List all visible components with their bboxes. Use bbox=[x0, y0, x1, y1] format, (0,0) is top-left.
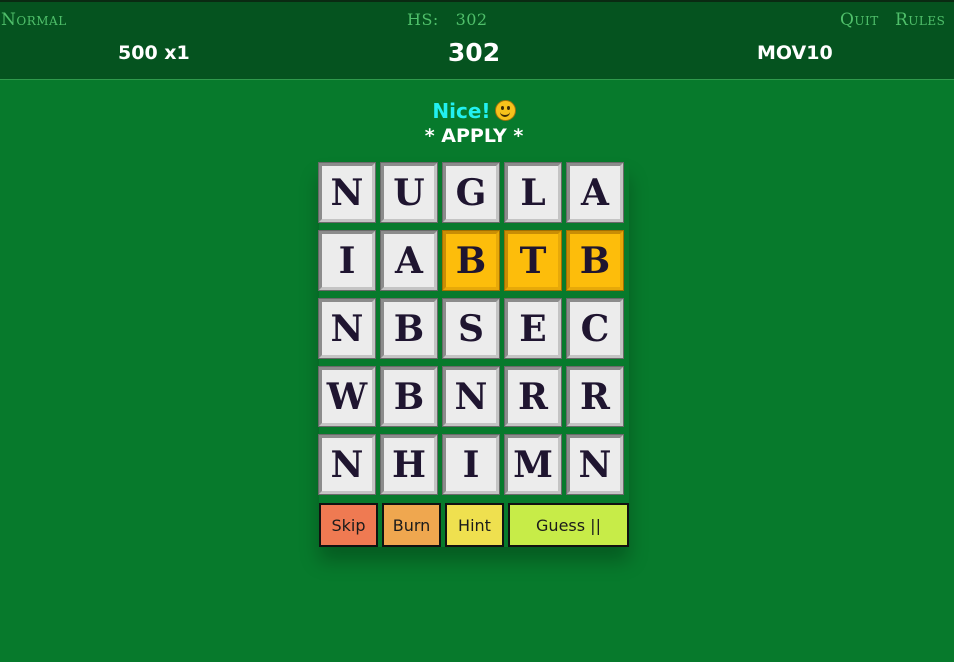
letter-board: NUGLAIABTBNBSECWBNRRNHIMN Skip Burn Hint… bbox=[318, 162, 629, 547]
found-word: * APPLY * bbox=[424, 125, 524, 147]
letter-tile[interactable]: N bbox=[318, 298, 376, 359]
tile-row: NUGLA bbox=[318, 162, 629, 226]
status-area: Nice! * APPLY * bbox=[0, 98, 948, 148]
letter-tile[interactable]: S bbox=[442, 298, 500, 359]
hint-button[interactable]: Hint bbox=[445, 503, 504, 547]
letter-tile[interactable]: R bbox=[566, 366, 624, 427]
tile-row: NBSEC bbox=[318, 298, 629, 362]
letter-tile[interactable]: H bbox=[380, 434, 438, 495]
high-score-label: HS: 302 bbox=[407, 10, 488, 29]
letter-tile[interactable]: B bbox=[380, 298, 438, 359]
smiley-icon bbox=[494, 100, 516, 121]
letter-tile[interactable]: W bbox=[318, 366, 376, 427]
header-bar: Normal HS: 302 Quit Rules 500 x1 302 MOV… bbox=[0, 2, 954, 80]
letter-tile[interactable]: N bbox=[318, 434, 376, 495]
letter-tile[interactable]: U bbox=[380, 162, 438, 223]
guess-button[interactable]: Guess || bbox=[508, 503, 629, 547]
letter-tile[interactable]: L bbox=[504, 162, 562, 223]
burn-button[interactable]: Burn bbox=[382, 503, 441, 547]
letter-tile[interactable]: E bbox=[504, 298, 562, 359]
letter-tile[interactable]: I bbox=[442, 434, 500, 495]
feedback-message: Nice! bbox=[432, 99, 491, 123]
feedback-line: Nice! bbox=[0, 98, 948, 124]
tile-row: WBNRR bbox=[318, 366, 629, 430]
game-mode-label: Normal bbox=[1, 10, 67, 30]
skip-button[interactable]: Skip bbox=[319, 503, 378, 547]
letter-tile[interactable]: R bbox=[504, 366, 562, 427]
action-bar: Skip Burn Hint Guess || bbox=[319, 503, 629, 547]
tile-row: IABTB bbox=[318, 230, 629, 294]
letter-tile-selected[interactable]: B bbox=[442, 230, 500, 291]
tile-row: NHIMN bbox=[318, 434, 629, 498]
letter-tile[interactable]: A bbox=[380, 230, 438, 291]
letter-tile[interactable]: N bbox=[442, 366, 500, 427]
game-screen: Normal HS: 302 Quit Rules 500 x1 302 MOV… bbox=[0, 0, 954, 662]
letter-tile[interactable]: M bbox=[504, 434, 562, 495]
letter-tile[interactable]: N bbox=[318, 162, 376, 223]
move-counter: MOV10 bbox=[757, 42, 833, 64]
letter-tile-selected[interactable]: B bbox=[566, 230, 624, 291]
letter-tile[interactable]: G bbox=[442, 162, 500, 223]
letter-tile[interactable]: A bbox=[566, 162, 624, 223]
letter-tile[interactable]: B bbox=[380, 366, 438, 427]
letter-tile[interactable]: I bbox=[318, 230, 376, 291]
letter-tile[interactable]: C bbox=[566, 298, 624, 359]
quit-link[interactable]: Quit bbox=[840, 10, 879, 30]
letter-tile-selected[interactable]: T bbox=[504, 230, 562, 291]
letter-tile[interactable]: N bbox=[566, 434, 624, 495]
tile-grid: NUGLAIABTBNBSECWBNRRNHIMN bbox=[318, 162, 629, 498]
rules-link[interactable]: Rules bbox=[895, 10, 945, 30]
